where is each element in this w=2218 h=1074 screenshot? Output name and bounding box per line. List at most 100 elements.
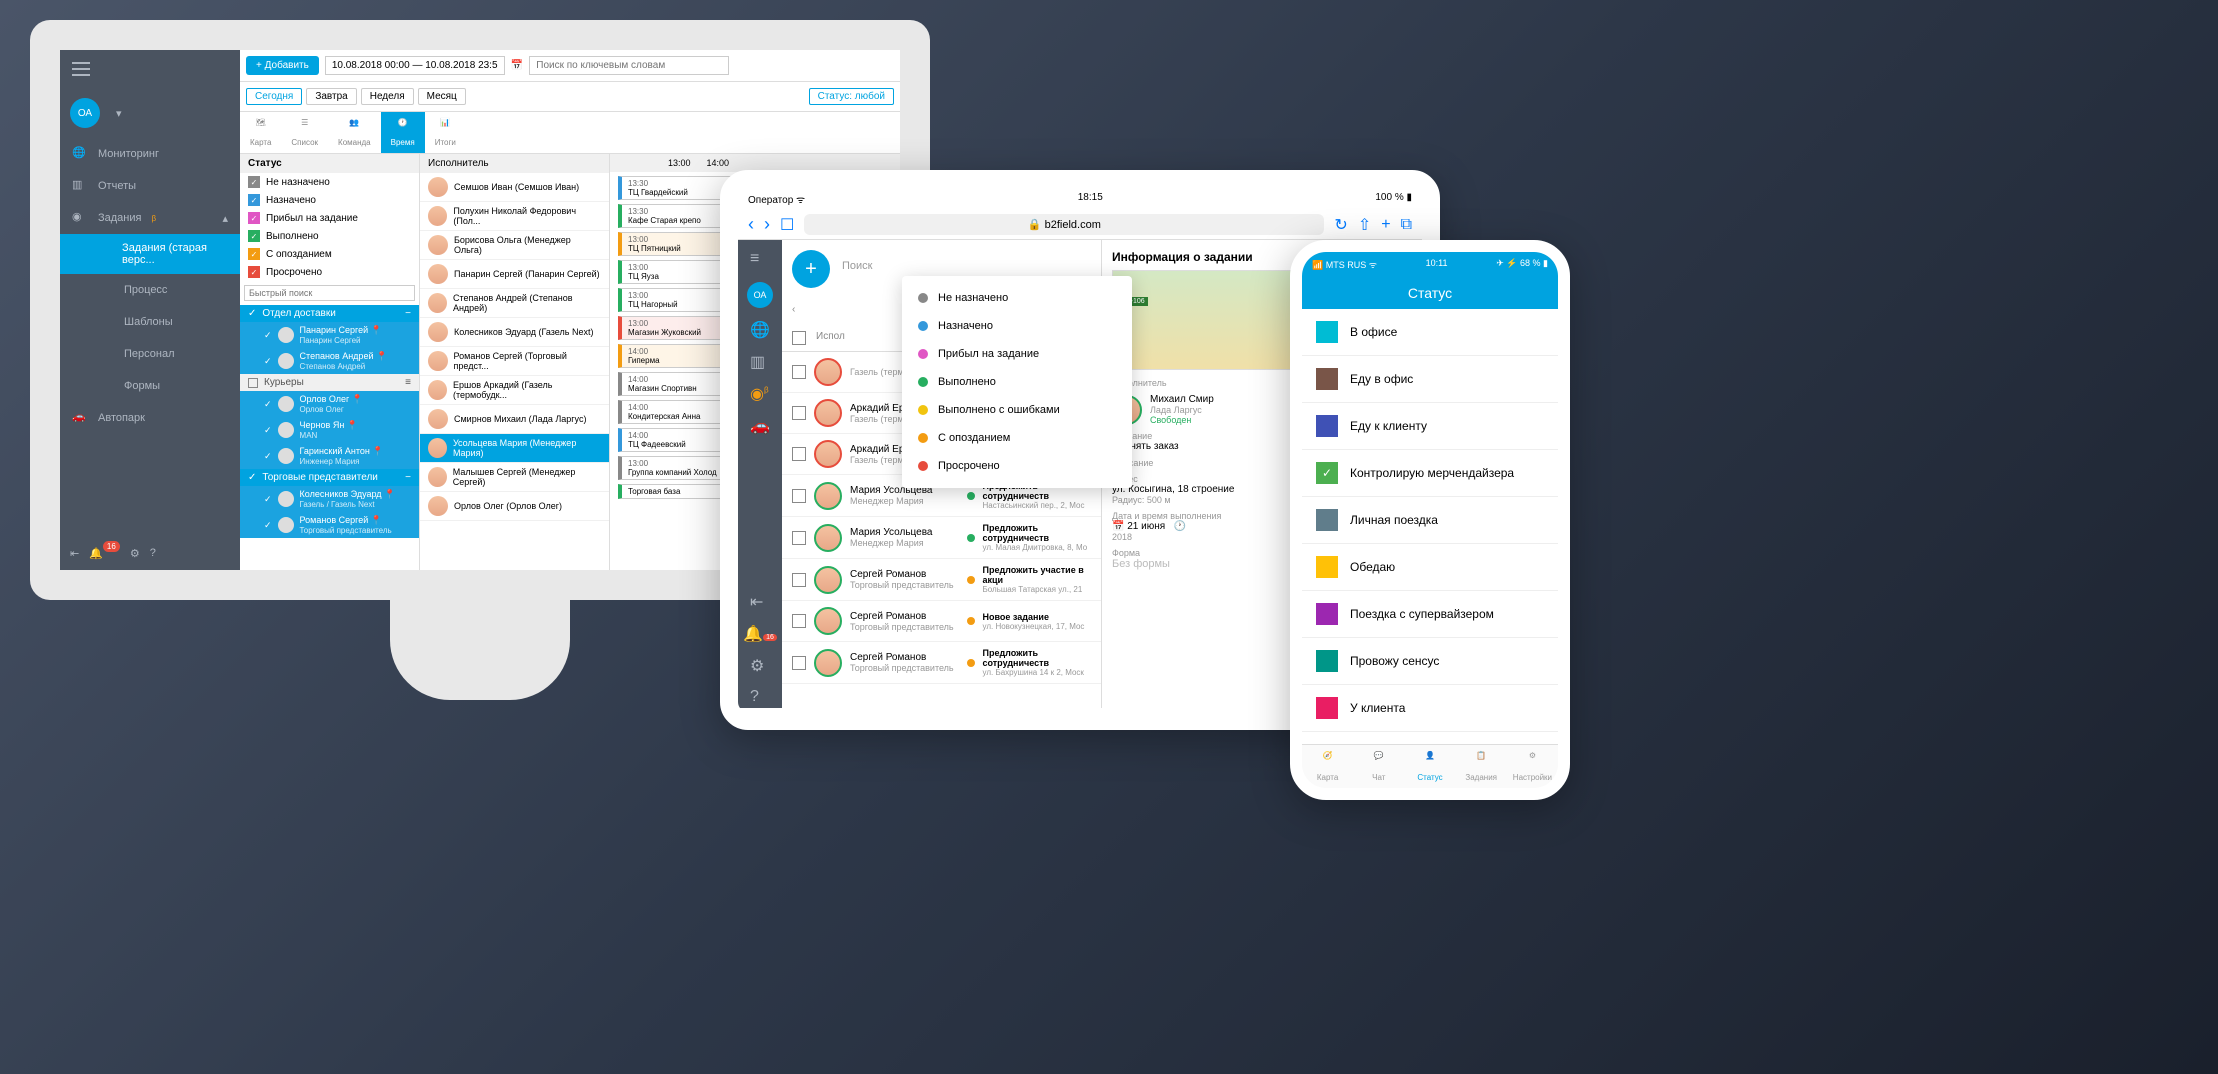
performer-row[interactable]: Ершов Аркадий (Газель (термобудк... (420, 376, 609, 405)
status-option[interactable]: У клиента (1302, 685, 1558, 732)
status-option[interactable]: Обедаю (1302, 544, 1558, 591)
status-option[interactable]: Личная поездка (1302, 497, 1558, 544)
view-tab-Время[interactable]: 🕐Время (381, 112, 425, 153)
performer-row[interactable]: Степанов Андрей (Степанов Андрей) (420, 289, 609, 318)
checkbox-icon[interactable]: ✓ (264, 425, 272, 436)
checkbox-icon[interactable]: ✓ (264, 399, 272, 410)
popup-status-item[interactable]: Просрочено (902, 452, 1132, 480)
row-checkbox[interactable] (792, 656, 806, 670)
notifications-icon[interactable]: 🔔16 (89, 547, 120, 560)
view-tab-Карта[interactable]: 🗺Карта (240, 112, 281, 153)
bookmarks-icon[interactable]: ☐ (780, 215, 794, 235)
status-option[interactable]: ✓Контролирую мерчендайзера (1302, 450, 1558, 497)
row-checkbox[interactable] (792, 447, 806, 461)
sidebar-item[interactable]: Формы (60, 370, 240, 402)
checkbox-icon[interactable]: ✓ (248, 194, 260, 206)
checkbox-icon[interactable]: ✓ (248, 266, 260, 278)
row-checkbox[interactable] (792, 573, 806, 587)
popup-status-item[interactable]: Не назначено (902, 284, 1132, 312)
performer-row[interactable]: Полухин Николай Федорович (Пол... (420, 202, 609, 231)
back-arrow-icon[interactable]: ‹ (792, 304, 795, 315)
url-bar[interactable]: 🔒 b2field.com (804, 214, 1324, 235)
search-placeholder[interactable]: Поиск (782, 260, 882, 282)
popup-status-item[interactable]: Выполнено с ошибками (902, 396, 1132, 424)
status-option[interactable]: Поездка с супервайзером (1302, 591, 1558, 638)
checkbox-icon[interactable]: ✓ (264, 494, 272, 505)
task-row[interactable]: Сергей РомановТорговый представительНово… (782, 601, 1101, 642)
tabs-icon[interactable]: ⧉ (1401, 216, 1412, 234)
share-icon[interactable]: ⇧ (1358, 215, 1371, 235)
new-tab-icon[interactable]: + (1381, 216, 1390, 234)
logout-icon[interactable]: ⇤ (750, 592, 770, 612)
status-checkbox-row[interactable]: ✓Назначено (240, 191, 419, 209)
select-all-checkbox[interactable] (792, 331, 806, 345)
performer-row[interactable]: Панарин Сергей (Панарин Сергей) (420, 260, 609, 289)
collapse-icon[interactable]: − (405, 308, 411, 319)
chart-icon[interactable]: ▥ (750, 352, 770, 372)
checkbox-icon[interactable]: ✓ (248, 472, 256, 483)
logout-icon[interactable]: ⇤ (70, 547, 79, 560)
sidebar-item[interactable]: ◉Заданияβ▴ (60, 202, 240, 234)
range-chip[interactable]: Сегодня (246, 88, 302, 105)
checkbox-icon[interactable]: ✓ (264, 520, 272, 531)
help-icon[interactable]: ? (750, 688, 770, 708)
user-avatar[interactable]: ОА (747, 282, 773, 308)
row-checkbox[interactable] (792, 406, 806, 420)
chevron-down-icon[interactable]: ▾ (116, 107, 122, 120)
sidebar-item[interactable]: 🚗Автопарк (60, 402, 240, 434)
user-avatar[interactable]: ОА (70, 98, 100, 128)
search-input[interactable] (529, 56, 729, 75)
team-tree-item[interactable]: ✓Чернов Ян 📍MAN (240, 417, 419, 443)
status-checkbox-row[interactable]: ✓Просрочено (240, 263, 419, 281)
status-filter-chip[interactable]: Статус: любой (809, 88, 894, 105)
popup-status-item[interactable]: Назначено (902, 312, 1132, 340)
status-option[interactable]: Еду к клиенту (1302, 403, 1558, 450)
performer-row[interactable]: Орлов Олег (Орлов Олег) (420, 492, 609, 521)
collapse-icon[interactable]: − (405, 472, 411, 483)
team-tree-item[interactable]: ✓Орлов Олег 📍Орлов Олег (240, 391, 419, 417)
hamburger-icon[interactable]: ≡ (750, 250, 770, 270)
row-checkbox[interactable] (792, 531, 806, 545)
status-checkbox-row[interactable]: ✓Выполнено (240, 227, 419, 245)
status-option[interactable]: Провожу сенсус (1302, 638, 1558, 685)
back-icon[interactable]: ‹ (748, 214, 754, 235)
status-option[interactable]: Еду в офис (1302, 356, 1558, 403)
row-checkbox[interactable] (792, 489, 806, 503)
checkbox-icon[interactable]: ✓ (248, 248, 260, 260)
task-row[interactable]: Мария УсольцеваМенеджер МарияПредложить … (782, 517, 1101, 559)
sidebar-item[interactable]: Задания (старая верс... (60, 234, 240, 274)
tab-Чат[interactable]: 💬Чат (1353, 745, 1404, 788)
performer-row[interactable]: Борисова Ольга (Менеджер Ольга) (420, 231, 609, 260)
team-tree-item[interactable]: ✓Степанов Андрей 📍Степанов Андрей (240, 348, 419, 374)
range-chip[interactable]: Неделя (361, 88, 414, 105)
performer-row[interactable]: Романов Сергей (Торговый предст... (420, 347, 609, 376)
status-checkbox-row[interactable]: ✓Не назначено (240, 173, 419, 191)
view-tab-Итоги[interactable]: 📊Итоги (425, 112, 466, 153)
team-tree-item[interactable]: ✓Отдел доставки− (240, 305, 419, 322)
team-tree-item[interactable]: ✓Панарин Сергей 📍Панарин Сергей (240, 322, 419, 348)
tab-Карта[interactable]: 🧭Карта (1302, 745, 1353, 788)
sidebar-item[interactable]: Процесс (60, 274, 240, 306)
team-tree-item[interactable]: Курьеры≡ (240, 374, 419, 391)
popup-status-item[interactable]: Выполнено (902, 368, 1132, 396)
sidebar-item[interactable]: Шаблоны (60, 306, 240, 338)
settings-icon[interactable]: ⚙ (750, 656, 770, 676)
checkbox-icon[interactable]: ✓ (248, 176, 260, 188)
popup-status-item[interactable]: Прибыл на задание (902, 340, 1132, 368)
settings-icon[interactable]: ⚙ (130, 547, 140, 560)
sidebar-item[interactable]: Персонал (60, 338, 240, 370)
sidebar-item[interactable]: ▥Отчеты (60, 170, 240, 202)
notifications-icon[interactable]: 🔔16 (743, 624, 777, 644)
view-tab-Список[interactable]: ☰Список (281, 112, 328, 153)
task-row[interactable]: Сергей РомановТорговый представительПред… (782, 559, 1101, 601)
team-tree-item[interactable]: ✓Торговые представители− (240, 469, 419, 486)
calendar-icon[interactable]: 📅 (511, 60, 523, 71)
performer-row[interactable]: Семшов Иван (Семшов Иван) (420, 173, 609, 202)
status-checkbox-row[interactable]: ✓С опозданием (240, 245, 419, 263)
checkbox-icon[interactable]: ✓ (248, 308, 256, 319)
tab-Статус[interactable]: 👤Статус (1404, 745, 1455, 788)
team-tree-item[interactable]: ✓Гаринский Антон 📍Инженер Мария (240, 443, 419, 469)
car-icon[interactable]: 🚗 (750, 416, 770, 436)
checkbox-icon[interactable]: ✓ (264, 356, 272, 367)
checkbox-icon[interactable]: ✓ (248, 212, 260, 224)
